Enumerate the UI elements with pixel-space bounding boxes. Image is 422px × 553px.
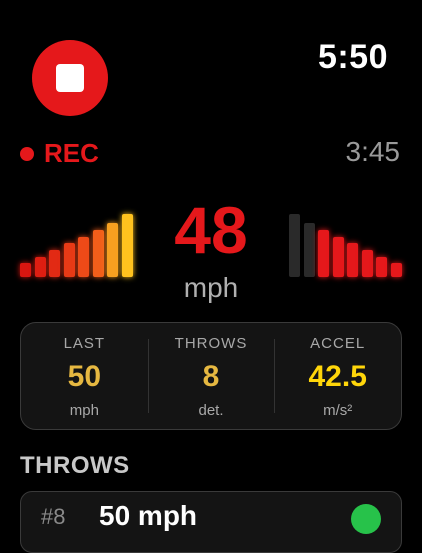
level-bar [332, 237, 344, 277]
stat-title: LAST [63, 335, 106, 352]
throw-list-item[interactable]: #8 50 mph [20, 491, 402, 553]
level-bar [289, 214, 300, 277]
level-bar [318, 230, 329, 277]
throws-section-title: THROWS [20, 452, 130, 479]
stop-icon [56, 64, 84, 92]
rec-label: REC [44, 138, 99, 168]
throw-speed: 50 mph [99, 500, 198, 531]
stat-accel: ACCEL 42.5 m/s² [274, 323, 401, 429]
level-bar [303, 223, 315, 277]
speed-unit: mph [183, 272, 239, 303]
stat-title: ACCEL [310, 335, 366, 352]
throw-number: #8 [41, 504, 66, 529]
stat-throws: THROWS 8 det. [147, 323, 275, 429]
recording-indicator: REC [20, 138, 99, 169]
elapsed-time: 3:45 [345, 136, 401, 167]
stat-value: 8 [202, 360, 220, 393]
clock: 5:50 [317, 38, 388, 76]
stat-unit: m/s² [323, 402, 353, 419]
stop-recording-button[interactable] [32, 40, 108, 116]
stat-value: 42.5 [308, 360, 367, 393]
stat-unit: det. [198, 402, 224, 419]
stat-last: LAST 50 mph [21, 323, 148, 429]
record-dot-icon [20, 146, 34, 161]
stat-unit: mph [69, 402, 99, 419]
stat-value: 50 [67, 360, 102, 393]
stat-title: THROWS [174, 335, 248, 352]
speed-bars-right [289, 205, 405, 277]
stats-panel: LAST 50 mph THROWS 8 det. ACCEL 42.5 m/s… [20, 322, 402, 430]
check-icon [351, 504, 381, 534]
